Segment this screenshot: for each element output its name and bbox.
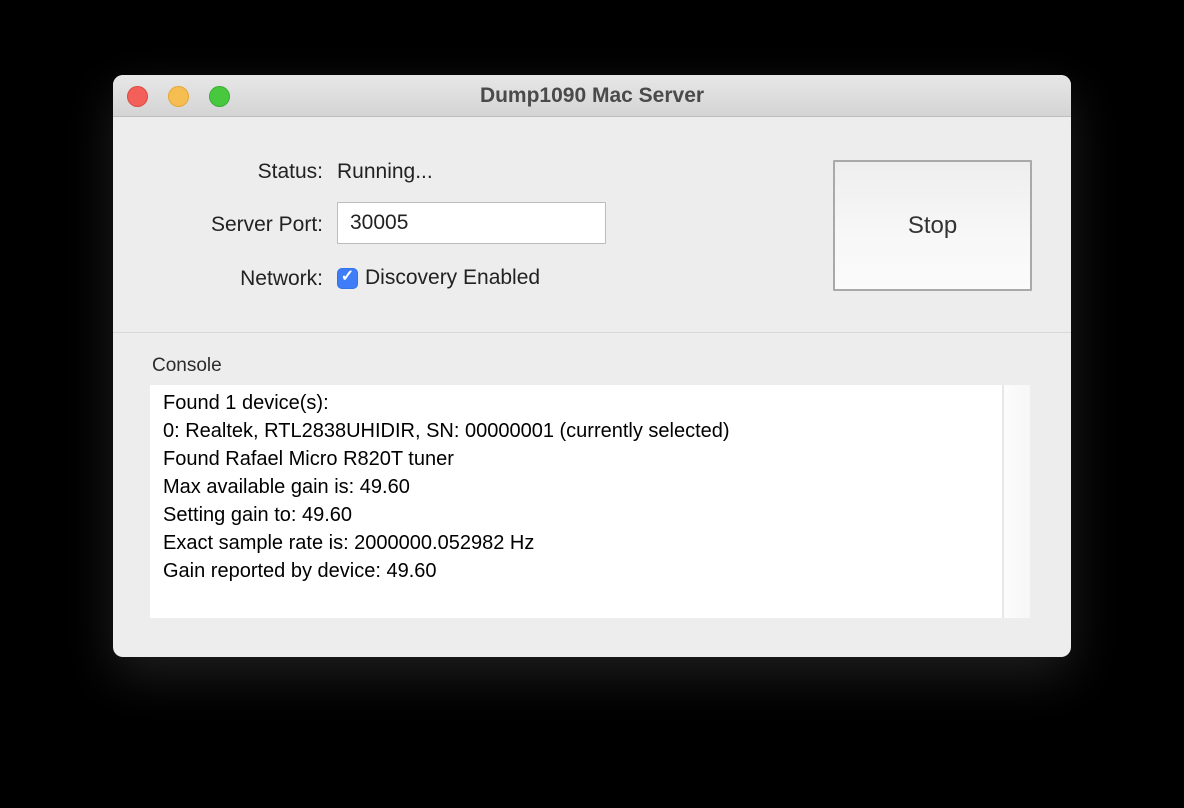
app-window: Dump1090 Mac Server Status: Running... S… xyxy=(113,75,1071,657)
console-line: Found 1 device(s): xyxy=(163,389,1002,417)
console-line: Exact sample rate is: 2000000.052982 Hz xyxy=(163,529,1002,557)
console-line: Setting gain to: 49.60 xyxy=(163,501,1002,529)
server-port-input[interactable] xyxy=(337,202,606,244)
console-line: 0: Realtek, RTL2838UHIDIR, SN: 00000001 … xyxy=(163,417,1002,445)
console-text: Found 1 device(s): 0: Realtek, RTL2838UH… xyxy=(150,385,1002,618)
section-divider xyxy=(113,332,1071,333)
console-scrollbar-track[interactable] xyxy=(1002,385,1030,618)
console-line: Max available gain is: 49.60 xyxy=(163,473,1002,501)
discovery-checkbox[interactable]: ✓ xyxy=(337,268,358,289)
discovery-checkbox-row: ✓ Discovery Enabled xyxy=(337,265,540,291)
stop-button[interactable]: Stop xyxy=(833,160,1032,291)
checkmark-icon: ✓ xyxy=(341,269,354,285)
console-line: Gain reported by device: 49.60 xyxy=(163,557,1002,585)
window-title: Dump1090 Mac Server xyxy=(113,75,1071,117)
window-titlebar[interactable]: Dump1090 Mac Server xyxy=(113,75,1071,117)
status-value: Running... xyxy=(337,159,433,185)
discovery-checkbox-label[interactable]: Discovery Enabled xyxy=(365,266,540,290)
console-line: Found Rafael Micro R820T tuner xyxy=(163,445,1002,473)
server-port-label: Server Port: xyxy=(113,212,323,238)
status-label: Status: xyxy=(113,159,323,185)
console-label: Console xyxy=(152,354,222,377)
console-output[interactable]: Found 1 device(s): 0: Realtek, RTL2838UH… xyxy=(150,385,1030,618)
network-label: Network: xyxy=(113,266,323,292)
